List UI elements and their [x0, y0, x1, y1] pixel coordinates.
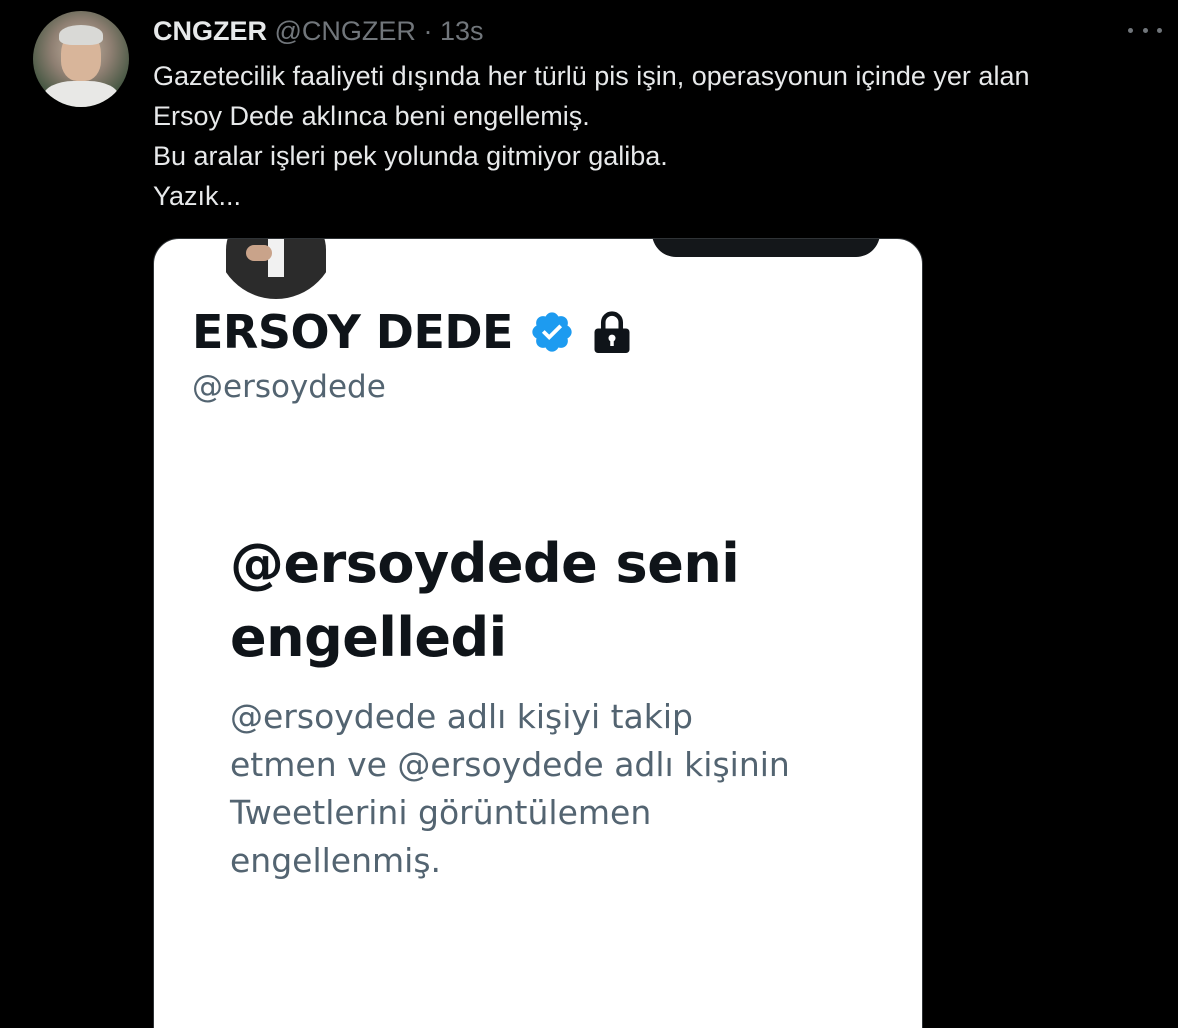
more-dot: [1128, 27, 1133, 33]
screenshot-profile-avatar: [216, 239, 336, 299]
tweet-text: Gazetecilik faaliyeti dışında her türlü …: [153, 56, 1153, 216]
author-handle[interactable]: @CNGZER: [275, 16, 416, 46]
blocked-description: @ersoydede adlı kişiyi takip etmen ve @e…: [230, 693, 890, 885]
tweet-header: CNGZER @CNGZER · 13s: [153, 14, 484, 48]
screenshot-profile-button: [652, 239, 880, 257]
verified-badge-icon: [532, 312, 572, 352]
tweet-text-line: Gazetecilik faaliyeti dışında her türlü …: [153, 61, 1030, 91]
tweet-text-line: Ersoy Dede aklınca beni engellemiş.: [153, 101, 590, 131]
more-dot: [1157, 27, 1162, 33]
author-avatar[interactable]: [33, 11, 129, 107]
blocked-title-line: @ersoydede seni: [230, 532, 740, 595]
avatar-hair: [59, 25, 103, 45]
more-dot: [1142, 27, 1148, 33]
blocked-title: @ersoydede seni engelledi: [230, 527, 870, 675]
header-separator: ·: [423, 16, 433, 46]
tweet-text-line: Yazık...: [153, 181, 242, 211]
more-horizontal-icon[interactable]: [1128, 18, 1162, 42]
tweet-media-image[interactable]: ERSOY DEDE @ersoydede @ersoydede seni en…: [153, 238, 923, 1028]
tweet[interactable]: CNGZER @CNGZER · 13s Gazetecilik faaliye…: [0, 0, 1178, 1028]
tweet-text-line: Bu aralar işleri pek yolunda gitmiyor ga…: [153, 141, 668, 171]
avatar-hand: [246, 245, 272, 261]
author-display-name[interactable]: CNGZER: [153, 16, 267, 46]
tweet-timestamp[interactable]: 13s: [440, 16, 484, 46]
screenshot-name-row: ERSOY DEDE: [192, 305, 633, 359]
avatar-shirt: [43, 81, 119, 107]
blocked-description-line: engellenmiş.: [230, 841, 442, 880]
screenshot-profile-name: ERSOY DEDE: [192, 305, 513, 359]
blocked-title-line: engelledi: [230, 606, 507, 669]
blocked-description-line: @ersoydede adlı kişiyi takip: [230, 697, 693, 736]
blocked-description-line: Tweetlerini görüntülemen: [230, 793, 652, 832]
screenshot-profile-handle: @ersoydede: [192, 369, 386, 405]
lock-icon: [594, 311, 630, 353]
blocked-description-line: etmen ve @ersoydede adlı kişinin: [230, 745, 790, 784]
